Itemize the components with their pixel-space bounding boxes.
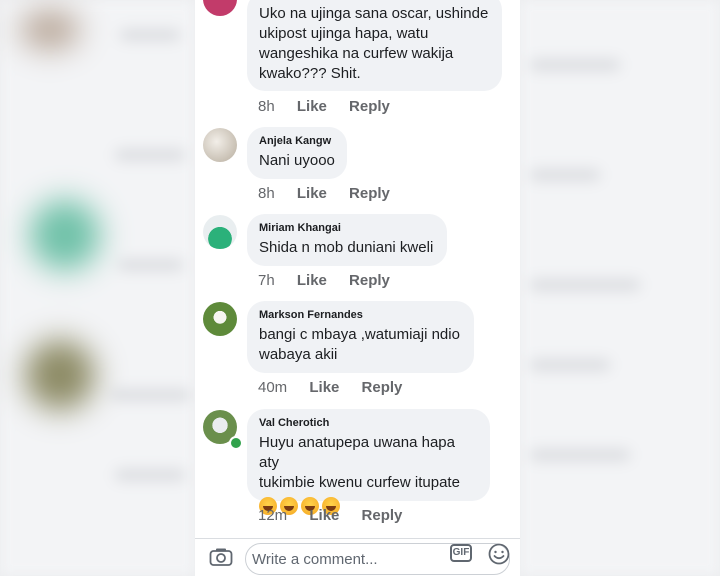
comment-actions: 8h Like Reply bbox=[258, 98, 408, 115]
smile-icon[interactable] bbox=[488, 543, 510, 565]
online-status-icon bbox=[229, 436, 243, 450]
avatar[interactable] bbox=[203, 128, 237, 162]
blurred-background-left bbox=[0, 0, 195, 576]
comment-time: 40m bbox=[258, 379, 288, 396]
reply-button[interactable]: Reply bbox=[362, 507, 403, 524]
comment-composer: Write a comment... GIF bbox=[195, 538, 520, 576]
comment-text: Huyu anatupepa uwana hapa aty tukimbie k… bbox=[259, 434, 460, 491]
comment-time: 8h bbox=[258, 98, 275, 115]
comment-text: Uko na ujinga sana oscar, ushinde ukipos… bbox=[259, 5, 489, 82]
commenter-name[interactable]: Miriam Khangai bbox=[259, 222, 435, 234]
comment-bubble: Val Cherotich Huyu anatupepa uwana hapa … bbox=[247, 409, 490, 515]
blurred-background-right bbox=[520, 0, 720, 576]
comment-actions: 12m Like Reply bbox=[258, 507, 420, 524]
avatar[interactable] bbox=[203, 215, 237, 249]
like-button[interactable]: Like bbox=[297, 185, 327, 202]
reply-button[interactable]: Reply bbox=[349, 98, 390, 115]
reply-button[interactable]: Reply bbox=[362, 379, 403, 396]
comment-time: 7h bbox=[258, 272, 275, 289]
comments-screen: Uko na ujinga sana oscar, ushinde ukipos… bbox=[195, 0, 520, 576]
comment-bubble: Uko na ujinga sana oscar, ushinde ukipos… bbox=[247, 0, 502, 91]
comment-time: 12m bbox=[258, 507, 288, 524]
like-button[interactable]: Like bbox=[297, 272, 327, 289]
comment-bubble: Anjela Kangw Nani uyooo bbox=[247, 127, 347, 179]
comment-text: bangi c mbaya ,watumiaji ndio wabaya aki… bbox=[259, 326, 460, 363]
commenter-name[interactable]: Anjela Kangw bbox=[259, 135, 335, 147]
like-button[interactable]: Like bbox=[309, 507, 339, 524]
commenter-name[interactable]: Val Cherotich bbox=[259, 417, 478, 429]
reply-button[interactable]: Reply bbox=[349, 272, 390, 289]
avatar[interactable] bbox=[203, 302, 237, 336]
comment-actions: 7h Like Reply bbox=[258, 272, 408, 289]
like-button[interactable]: Like bbox=[297, 98, 327, 115]
like-button[interactable]: Like bbox=[309, 379, 339, 396]
comment-bubble: Markson Fernandes bangi c mbaya ,watumia… bbox=[247, 301, 474, 373]
comment-time: 8h bbox=[258, 185, 275, 202]
gif-icon[interactable]: GIF bbox=[450, 544, 472, 562]
comment-text: Shida n mob duniani kweli bbox=[259, 239, 434, 256]
comment-text: Nani uyooo bbox=[259, 152, 335, 169]
camera-icon[interactable] bbox=[209, 547, 233, 567]
comment-actions: 40m Like Reply bbox=[258, 379, 420, 396]
commenter-name[interactable]: Markson Fernandes bbox=[259, 309, 462, 321]
avatar[interactable] bbox=[203, 0, 237, 16]
comment-actions: 8h Like Reply bbox=[258, 185, 408, 202]
reply-button[interactable]: Reply bbox=[349, 185, 390, 202]
comment-bubble: Miriam Khangai Shida n mob duniani kweli bbox=[247, 214, 447, 266]
